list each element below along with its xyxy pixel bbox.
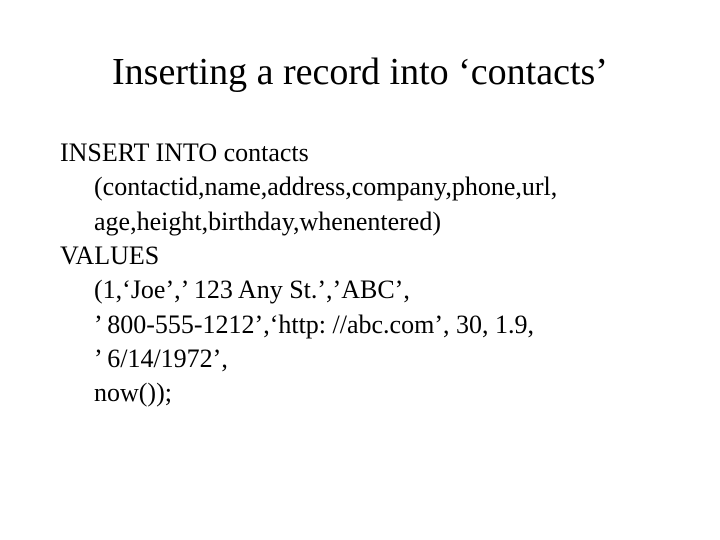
slide-body: INSERT INTO contacts (contactid,name,add… bbox=[60, 136, 660, 411]
code-line-7: ’ 6/14/1972’, bbox=[94, 342, 660, 376]
slide-title: Inserting a record into ‘contacts’ bbox=[60, 50, 660, 94]
code-line-8: now()); bbox=[94, 376, 660, 410]
code-line-6: ’ 800-555-1212’,‘http: //abc.com’, 30, 1… bbox=[94, 308, 660, 342]
code-line-3: age,height,birthday,whenentered) bbox=[94, 205, 660, 239]
code-line-1: INSERT INTO contacts bbox=[60, 136, 660, 170]
code-line-4: VALUES bbox=[60, 239, 660, 273]
code-line-5: (1,‘Joe’,’ 123 Any St.’,’ABC’, bbox=[94, 273, 660, 307]
code-line-2: (contactid,name,address,company,phone,ur… bbox=[94, 170, 660, 204]
